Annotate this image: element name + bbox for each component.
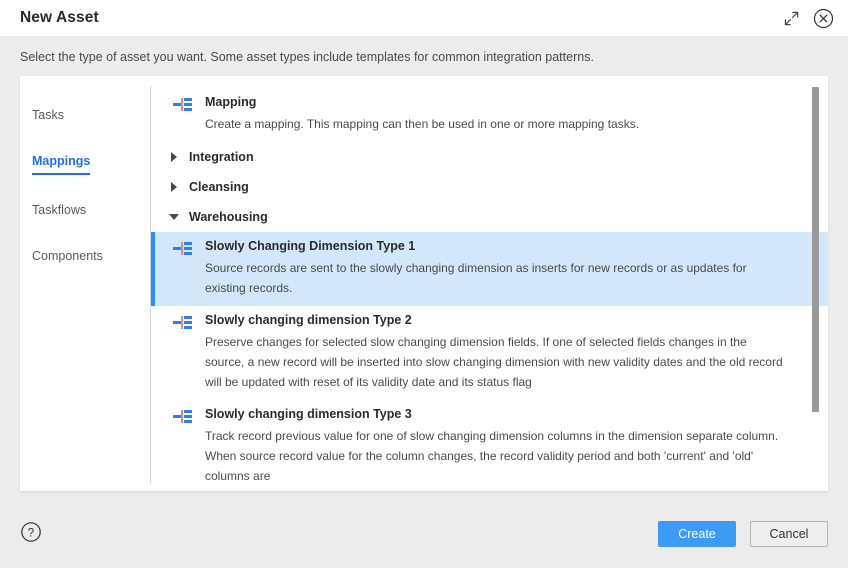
asset-list-scrollbar[interactable] [812,86,819,481]
asset-item-title: Slowly changing dimension Type 3 [205,407,412,421]
asset-type-panel: Tasks Mappings Taskflows Components Mapp… [20,76,828,491]
group-header-integration[interactable]: Integration [151,142,828,172]
asset-item-scd-type-1[interactable]: Slowly Changing Dimension Type 1 Source … [151,232,828,306]
sidebar-item-label: Tasks [32,108,64,122]
asset-item-title: Mapping [205,95,257,109]
asset-item-description: Create a mapping. This mapping can then … [205,117,640,131]
group-label: Cleansing [189,180,249,194]
asset-item-title: Slowly Changing Dimension Type 1 [205,239,416,253]
panel-wrapper: Tasks Mappings Taskflows Components Mapp… [0,76,848,500]
asset-item-texts: Slowly Changing Dimension Type 1 Source … [205,238,788,298]
chevron-down-icon [169,211,181,223]
sidebar-item-label: Taskflows [32,203,87,217]
chevron-right-icon [169,181,181,193]
dialog-titlebar: New Asset [0,0,848,36]
group-header-cleansing[interactable]: Cleansing [151,172,828,202]
dialog-subtitle: Select the type of asset you want. Some … [20,50,594,64]
sidebar-item-components[interactable]: Components [20,247,150,267]
footer-actions: Create Cancel [658,521,828,547]
sidebar-item-tasks[interactable]: Tasks [20,106,150,126]
sidebar-item-label: Components [32,249,103,263]
dialog-subtitle-bar: Select the type of asset you want. Some … [0,36,848,76]
asset-item-texts: Slowly changing dimension Type 2 Preserv… [205,312,788,392]
new-asset-dialog: New Asset Select the type of asset you w… [0,0,848,568]
asset-item-description: Track record previous value for one of s… [205,429,779,483]
asset-item-description: Preserve changes for selected slow chang… [205,335,783,389]
asset-item-mapping[interactable]: Mapping Create a mapping. This mapping c… [151,88,828,142]
mapping-icon [173,409,193,425]
group-label: Integration [189,150,254,164]
mapping-icon [173,315,193,331]
mapping-icon [173,97,193,113]
asset-item-description: Source records are sent to the slowly ch… [205,261,747,295]
create-button[interactable]: Create [658,521,736,547]
expand-arrows-icon[interactable] [780,7,802,29]
asset-item-scd-type-2[interactable]: Slowly changing dimension Type 2 Preserv… [151,306,828,400]
sidebar-item-taskflows[interactable]: Taskflows [20,201,150,221]
cancel-button[interactable]: Cancel [750,521,828,547]
group-label: Warehousing [189,210,268,224]
group-header-warehousing[interactable]: Warehousing [151,202,828,232]
asset-item-scd-type-3[interactable]: Slowly changing dimension Type 3 Track r… [151,400,828,491]
close-circle-icon[interactable] [812,7,834,29]
sidebar-item-label: Mappings [32,154,91,175]
mapping-icon [173,241,193,257]
dialog-footer: ? Create Cancel [0,500,848,568]
dialog-title: New Asset [20,9,99,26]
asset-item-title: Slowly changing dimension Type 2 [205,313,412,327]
asset-category-sidebar: Tasks Mappings Taskflows Components [20,76,150,491]
scrollbar-thumb[interactable] [812,87,819,412]
svg-text:?: ? [28,527,34,539]
asset-item-texts: Slowly changing dimension Type 3 Track r… [205,406,788,486]
titlebar-actions [780,0,834,36]
asset-list-inner: Mapping Create a mapping. This mapping c… [151,88,828,491]
asset-item-texts: Mapping Create a mapping. This mapping c… [205,94,788,134]
asset-list: Mapping Create a mapping. This mapping c… [151,76,828,491]
chevron-right-icon [169,151,181,163]
sidebar-item-mappings[interactable]: Mappings [20,152,150,175]
help-circle-icon[interactable]: ? [20,521,42,548]
